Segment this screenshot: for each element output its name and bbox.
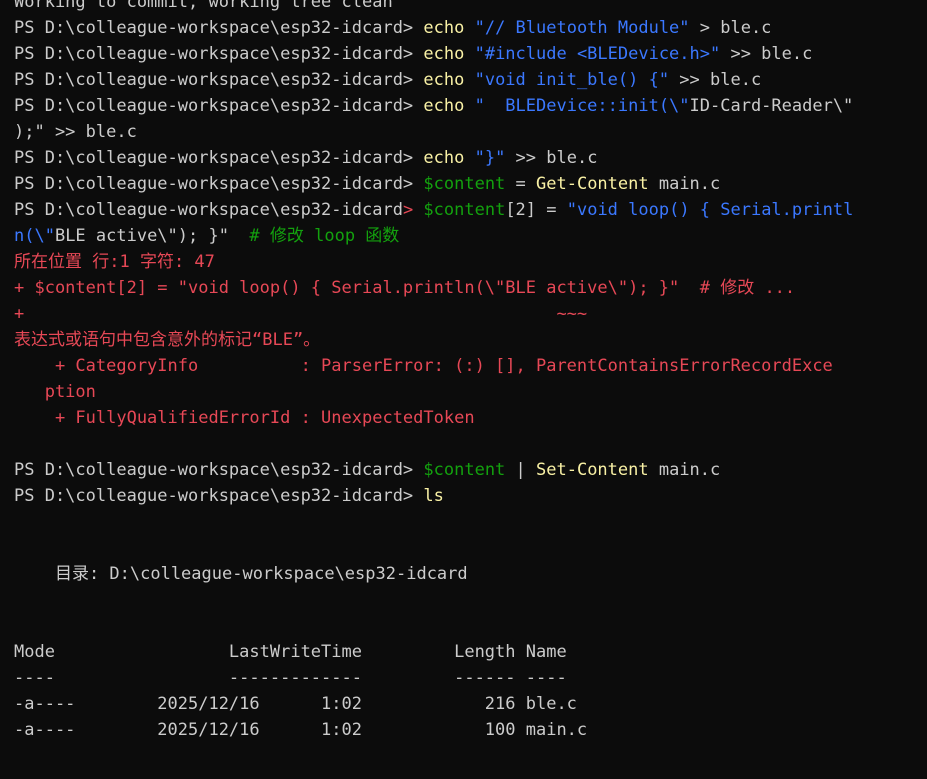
- terminal-text-segment: Set-Content: [536, 460, 649, 480]
- terminal-text-segment: n(\": [14, 226, 55, 246]
- terminal-text-segment: + FullyQualifiedErrorId : UnexpectedToke…: [14, 408, 475, 428]
- terminal-line: + $content[2] = "void loop() { Serial.pr…: [14, 275, 927, 301]
- terminal-line: + ~~~: [14, 301, 927, 327]
- terminal-text-segment: "void loop() { Serial.printl: [566, 200, 854, 220]
- terminal-text-segment: $content: [423, 200, 506, 220]
- terminal-line: PS D:\colleague-workspace\esp32-idcard> …: [14, 483, 927, 509]
- terminal-text-segment: -a---- 2025/12/16 1:02 100 main.c: [14, 720, 588, 740]
- terminal-line: + CategoryInfo : ParserError: (:) [], Pa…: [14, 353, 927, 379]
- terminal-text-segment: PS D:\colleague-workspace\esp32-idcard>: [14, 44, 424, 64]
- terminal-output: Working to commit, working tree clean PS …: [14, 0, 927, 743]
- terminal-text-segment: $content: [423, 174, 506, 194]
- terminal-line: + FullyQualifiedErrorId : UnexpectedToke…: [14, 405, 927, 431]
- terminal-text-segment: PS D:\colleague-workspace\esp32-idcard>: [14, 148, 424, 168]
- terminal-text-segment: );" >> ble.c: [14, 122, 137, 142]
- terminal-line: ---- ------------- ------ ----: [14, 665, 927, 691]
- terminal-text-segment: 目录: D:\colleague-workspace\esp32-idcard: [14, 564, 468, 584]
- terminal-text-segment: PS D:\colleague-workspace\esp32-idcard: [14, 200, 403, 220]
- terminal-text-segment: echo: [423, 44, 465, 64]
- terminal-line: PS D:\colleague-workspace\esp32-idcard> …: [14, 197, 927, 223]
- terminal-line: Working to commit, working tree clean: [14, 0, 927, 15]
- terminal-text-segment: Working to commit, working tree clean: [14, 0, 393, 12]
- terminal-text-segment: 表达式或语句中包含意外的标记“BLE”。: [14, 330, 321, 350]
- terminal-text-segment: " BLEDevice::init(\": [464, 96, 690, 116]
- terminal-text-segment: PS D:\colleague-workspace\esp32-idcard>: [14, 460, 424, 480]
- terminal-line: PS D:\colleague-workspace\esp32-idcard> …: [14, 93, 927, 119]
- terminal-text-segment: + $content[2] = "void loop() { Serial.pr…: [14, 278, 796, 298]
- terminal-text-segment: "// Bluetooth Module": [464, 18, 690, 38]
- terminal-line: -a---- 2025/12/16 1:02 100 main.c: [14, 717, 927, 743]
- terminal-line: PS D:\colleague-workspace\esp32-idcard> …: [14, 457, 927, 483]
- terminal-line: 目录: D:\colleague-workspace\esp32-idcard: [14, 561, 927, 587]
- terminal-text-segment: ---- ------------- ------ ----: [14, 668, 567, 688]
- terminal-window[interactable]: Working to commit, working tree clean PS …: [0, 0, 927, 779]
- terminal-text-segment: main.c: [648, 174, 721, 194]
- terminal-text-segment: >> ble.c: [669, 70, 762, 90]
- terminal-text-segment: echo: [423, 18, 465, 38]
- terminal-line: Mode LastWriteTime Length Name: [14, 639, 927, 665]
- terminal-text-segment: -a---- 2025/12/16 1:02 216 ble.c: [14, 694, 577, 714]
- terminal-text-segment: $content: [423, 460, 506, 480]
- terminal-text-segment: PS D:\colleague-workspace\esp32-idcard>: [14, 18, 424, 38]
- terminal-line: PS D:\colleague-workspace\esp32-idcard> …: [14, 15, 927, 41]
- terminal-line: PS D:\colleague-workspace\esp32-idcard> …: [14, 171, 927, 197]
- terminal-text-segment: BLE active\"); }": [54, 226, 229, 246]
- terminal-line: -a---- 2025/12/16 1:02 216 ble.c: [14, 691, 927, 717]
- terminal-text-segment: PS D:\colleague-workspace\esp32-idcard>: [14, 174, 424, 194]
- terminal-text-segment: "#include <BLEDevice.h>": [464, 44, 721, 64]
- terminal-text-segment: # 修改 loop 函数: [228, 226, 400, 246]
- terminal-line: );" >> ble.c: [14, 119, 927, 145]
- terminal-line: PS D:\colleague-workspace\esp32-idcard> …: [14, 41, 927, 67]
- terminal-text-segment: PS D:\colleague-workspace\esp32-idcard>: [14, 486, 424, 506]
- terminal-line: PS D:\colleague-workspace\esp32-idcard> …: [14, 145, 927, 171]
- terminal-line: ption: [14, 379, 927, 405]
- terminal-text-segment: ID-Card-Reader\": [689, 96, 854, 116]
- terminal-text-segment: 所在位置 行:1 字符: 47: [14, 252, 215, 272]
- terminal-text-segment: ption: [14, 382, 96, 402]
- terminal-text-segment: >> ble.c: [505, 148, 598, 168]
- terminal-text-segment: Mode LastWriteTime Length Name: [14, 642, 567, 662]
- terminal-text-segment: PS D:\colleague-workspace\esp32-idcard>: [14, 70, 424, 90]
- terminal-text-segment: echo: [423, 70, 465, 90]
- terminal-line: n(\"BLE active\"); }" # 修改 loop 函数: [14, 223, 927, 249]
- terminal-text-segment: + ~~~: [14, 304, 588, 324]
- terminal-text-segment: echo: [423, 148, 465, 168]
- terminal-text-segment: + CategoryInfo : ParserError: (:) [], Pa…: [14, 356, 833, 376]
- terminal-text-segment: "void init_ble() {": [464, 70, 670, 90]
- terminal-line: 所在位置 行:1 字符: 47: [14, 249, 927, 275]
- terminal-text-segment: Get-Content: [536, 174, 649, 194]
- terminal-text-segment: ls: [423, 486, 444, 506]
- terminal-line: PS D:\colleague-workspace\esp32-idcard> …: [14, 67, 927, 93]
- terminal-text-segment: "}": [464, 148, 506, 168]
- terminal-text-segment: > ble.c: [689, 18, 772, 38]
- terminal-text-segment: main.c: [648, 460, 721, 480]
- terminal-text-segment: >: [402, 200, 424, 220]
- terminal-line: 表达式或语句中包含意外的标记“BLE”。: [14, 327, 927, 353]
- terminal-text-segment: PS D:\colleague-workspace\esp32-idcard>: [14, 96, 424, 116]
- scrollbar[interactable]: [919, 0, 927, 779]
- terminal-text-segment: |: [505, 460, 537, 480]
- terminal-text-segment: =: [505, 174, 537, 194]
- terminal-text-segment: >> ble.c: [720, 44, 813, 64]
- terminal-text-segment: echo: [423, 96, 465, 116]
- terminal-text-segment: [2] =: [505, 200, 567, 220]
